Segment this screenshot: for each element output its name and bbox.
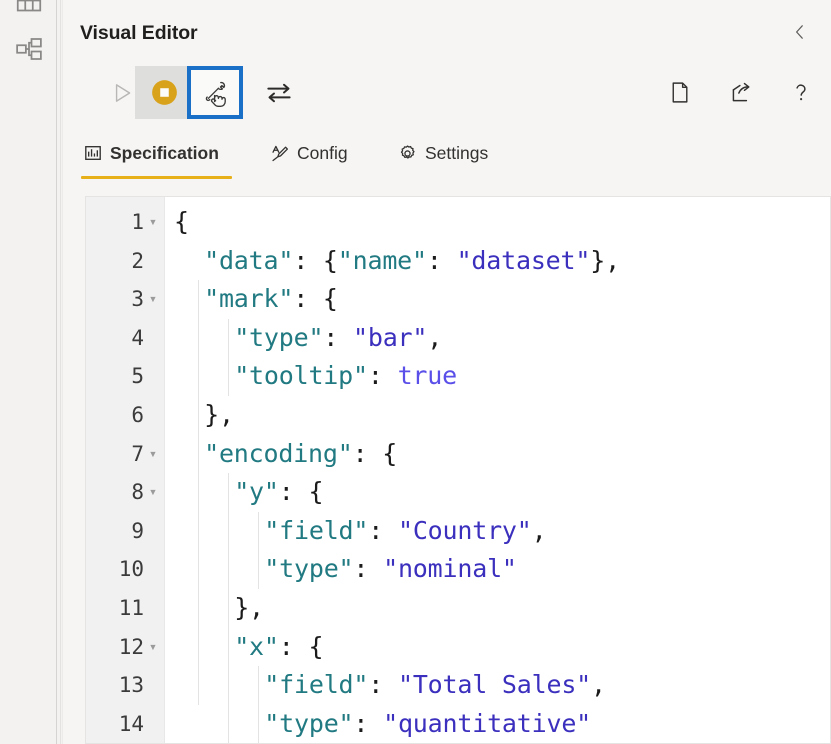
swap-button[interactable] xyxy=(253,66,305,119)
code-line[interactable]: 2 "data": {"name": "dataset"}, xyxy=(86,242,830,281)
model-view-icon[interactable] xyxy=(14,34,44,64)
code-text: "mark": { xyxy=(204,284,338,314)
line-number: 8 xyxy=(131,480,144,505)
table-view-icon[interactable] xyxy=(14,0,44,18)
code-text: "field": "Country", xyxy=(264,515,547,545)
line-number: 13 xyxy=(118,673,144,698)
visual-editor-panel: Visual Editor Specification Config Setti… xyxy=(62,0,831,744)
fold-marker-icon[interactable]: ▼ xyxy=(148,280,158,319)
code-text: "type": "bar", xyxy=(234,322,443,352)
edit-button[interactable] xyxy=(187,66,243,119)
share-icon xyxy=(732,82,750,102)
rail-divider-secondary xyxy=(60,0,61,744)
editor-toolbar xyxy=(63,62,831,124)
active-tab-indicator xyxy=(81,176,232,179)
indent-guide xyxy=(228,473,230,743)
code-line[interactable]: 1 ▼ { xyxy=(86,203,830,242)
tab-config[interactable]: Config xyxy=(266,128,352,178)
indent-guide xyxy=(258,511,260,589)
line-number: 11 xyxy=(118,595,144,620)
code-text: }, xyxy=(204,399,234,429)
tab-settings[interactable]: Settings xyxy=(394,128,492,178)
code-text: "data": {"name": "dataset"}, xyxy=(204,245,620,275)
tab-settings-label: Settings xyxy=(425,142,489,163)
edit-pick-icon xyxy=(205,81,226,107)
fold-marker-icon[interactable]: ▼ xyxy=(148,628,158,667)
tab-specification-label: Specification xyxy=(110,142,219,163)
line-number: 5 xyxy=(131,364,144,389)
line-number: 1 xyxy=(131,210,144,234)
fold-marker-icon[interactable]: ▼ xyxy=(148,203,158,242)
line-number: 12 xyxy=(118,634,144,659)
left-nav-rail xyxy=(0,0,56,744)
indent-guide xyxy=(228,318,230,396)
indent-guide xyxy=(258,666,260,743)
bar-chart-icon xyxy=(84,144,102,162)
code-text: "type": "quantitative" xyxy=(264,708,592,738)
pen-icon xyxy=(270,144,289,163)
fold-marker-icon[interactable]: ▼ xyxy=(148,435,158,474)
line-number: 2 xyxy=(131,248,144,273)
code-editor[interactable]: 1 ▼{2 "data": {"name": "dataset"}, 3 ▼ "mark"… xyxy=(85,196,831,744)
code-text: }, xyxy=(234,592,264,622)
export-button[interactable] xyxy=(719,70,763,114)
code-text: "y": { xyxy=(234,477,324,507)
page-title: Visual Editor xyxy=(80,22,198,44)
code-line[interactable]: 14 "type": "quantitative" xyxy=(86,705,830,743)
stop-icon xyxy=(151,80,177,105)
code-text: "field": "Total Sales", xyxy=(264,670,606,700)
stop-button[interactable] xyxy=(135,66,193,119)
gear-icon xyxy=(398,144,417,163)
tab-specification[interactable]: Specification xyxy=(80,128,223,178)
code-text: "encoding": { xyxy=(204,438,398,468)
new-specification-button[interactable] xyxy=(657,70,701,114)
code-text: "type": "nominal" xyxy=(264,554,517,584)
help-icon xyxy=(796,84,806,101)
line-number: 4 xyxy=(131,325,144,350)
code-text: "tooltip": true xyxy=(234,361,457,391)
code-text: "x": { xyxy=(234,631,324,661)
editor-tabs: Specification Config Settings xyxy=(63,128,831,184)
code-text: { xyxy=(174,207,189,236)
collapse-panel-button[interactable] xyxy=(784,16,816,48)
line-number: 10 xyxy=(118,557,144,582)
indent-guide xyxy=(198,280,200,705)
line-number: 7 xyxy=(131,441,144,466)
fold-marker-icon[interactable]: ▼ xyxy=(148,473,158,512)
line-number: 14 xyxy=(118,711,144,736)
rail-divider xyxy=(56,0,57,744)
tab-config-label: Config xyxy=(297,142,348,163)
line-number: 3 xyxy=(131,287,144,312)
page-icon xyxy=(672,81,687,103)
help-button[interactable] xyxy=(779,70,823,114)
swap-arrows-icon xyxy=(267,83,291,102)
line-number: 9 xyxy=(131,518,144,543)
line-number: 6 xyxy=(131,402,144,427)
panel-header: Visual Editor xyxy=(63,0,831,62)
